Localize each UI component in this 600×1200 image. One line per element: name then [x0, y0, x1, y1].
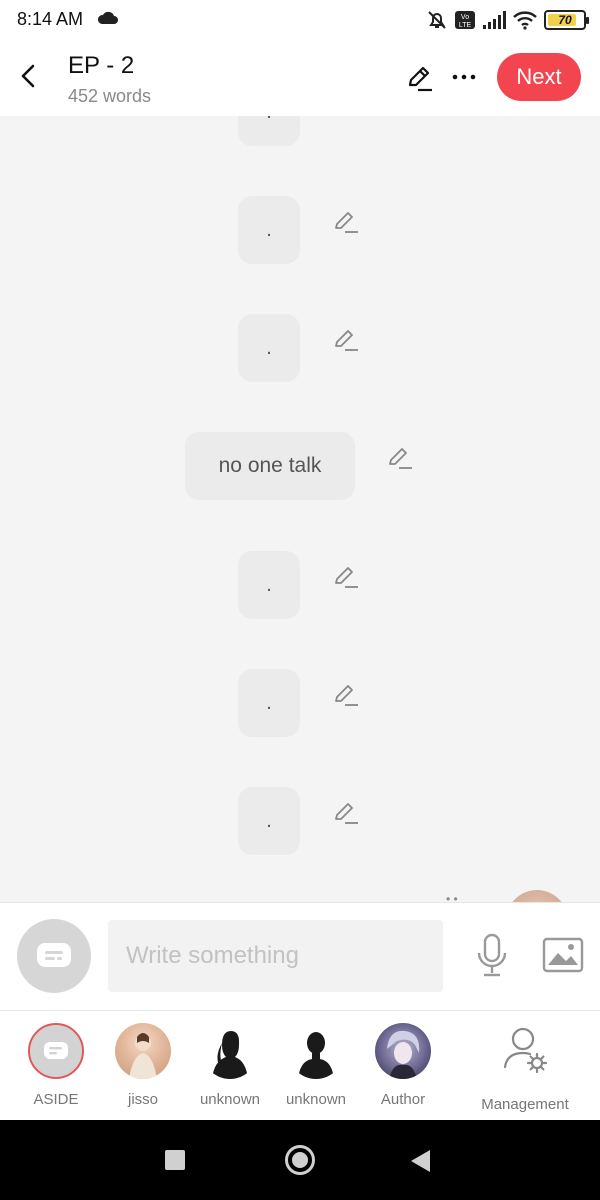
portrait-icon [129, 1033, 157, 1079]
system-navigation-bar [0, 1120, 600, 1200]
character-bar: ASIDE jisso unknown unknown Author Manag… [0, 1010, 600, 1120]
avatar [375, 1023, 431, 1079]
message-input[interactable] [108, 920, 443, 992]
character-label: Author [380, 1091, 426, 1108]
message-bubble[interactable]: . [238, 116, 300, 146]
more-horizontal-icon [452, 74, 476, 80]
silhouette-icon [212, 1031, 248, 1079]
svg-text:Vo: Vo [461, 14, 469, 21]
edit-message-icon[interactable] [333, 563, 359, 589]
message-bubble[interactable]: no one talk [185, 432, 355, 500]
character-author[interactable]: Author [358, 1023, 448, 1108]
character-management[interactable]: Management [470, 1023, 580, 1113]
battery-level: 70 [558, 13, 572, 27]
edit-message-icon[interactable] [387, 444, 413, 470]
character-label: ASIDE [33, 1091, 79, 1108]
character-aside[interactable]: ASIDE [11, 1023, 101, 1108]
character-unknown-2[interactable]: unknown [271, 1023, 361, 1108]
aside-avatar [28, 1023, 84, 1079]
volte-icon: Vo LTE [455, 11, 475, 29]
cloud-icon [97, 11, 118, 24]
signal-icon [483, 11, 506, 29]
character-label: unknown [199, 1091, 261, 1108]
character-jisso[interactable]: jisso [98, 1023, 188, 1108]
avatar [115, 1023, 171, 1079]
message-bubble[interactable]: . [238, 787, 300, 855]
composer-bar [0, 902, 600, 1010]
wifi-icon [513, 11, 537, 30]
svg-text:LTE: LTE [459, 22, 472, 29]
alarm-off-icon [428, 11, 446, 29]
edit-message-icon[interactable] [333, 326, 359, 352]
recent-apps-button[interactable] [165, 1150, 185, 1170]
typing-dots: • • [446, 892, 458, 902]
message-bubble[interactable]: . [238, 196, 300, 264]
edit-message-icon[interactable] [333, 208, 359, 234]
status-time: 8:14 AM [17, 9, 84, 29]
editor-header: EP - 2 452 words Next [0, 40, 600, 116]
chat-bubble-icon [44, 1042, 68, 1059]
system-back-button[interactable] [411, 1150, 430, 1172]
character-label: unknown [285, 1091, 347, 1108]
word-count: 452 words [68, 86, 152, 106]
character-unknown-1[interactable]: unknown [185, 1023, 275, 1108]
home-button[interactable] [285, 1145, 315, 1175]
status-bar: 8:14 AM Vo LTE 70 [0, 0, 600, 40]
character-label: jisso [127, 1091, 158, 1108]
silhouette-icon [298, 1032, 334, 1079]
message-bubble[interactable]: . [238, 551, 300, 619]
chat-bubble-icon [37, 943, 71, 967]
message-bubble[interactable]: . [238, 669, 300, 737]
aside-toggle-button[interactable] [17, 919, 91, 993]
chat-area[interactable]: . . . no one talk . . . • • [0, 116, 600, 902]
avatar [288, 1023, 344, 1079]
character-label: Management [481, 1096, 569, 1113]
episode-title: EP - 2 [68, 52, 135, 79]
more-options-button[interactable] [450, 62, 478, 92]
user-settings-icon [503, 1027, 548, 1074]
next-button[interactable]: Next [497, 53, 581, 101]
avatar [202, 1023, 258, 1079]
avatar [506, 890, 568, 902]
image-icon[interactable] [542, 937, 584, 973]
status-icons: Vo LTE 70 [426, 8, 589, 32]
message-bubble[interactable]: . [238, 314, 300, 382]
edit-message-icon[interactable] [333, 681, 359, 707]
microphone-icon[interactable] [474, 933, 510, 979]
chevron-left-icon [21, 64, 35, 88]
back-button[interactable] [14, 62, 42, 90]
edit-message-icon[interactable] [333, 799, 359, 825]
battery-icon: 70 [544, 10, 589, 30]
portrait-icon [387, 1030, 420, 1079]
edit-title-button[interactable] [404, 63, 434, 93]
